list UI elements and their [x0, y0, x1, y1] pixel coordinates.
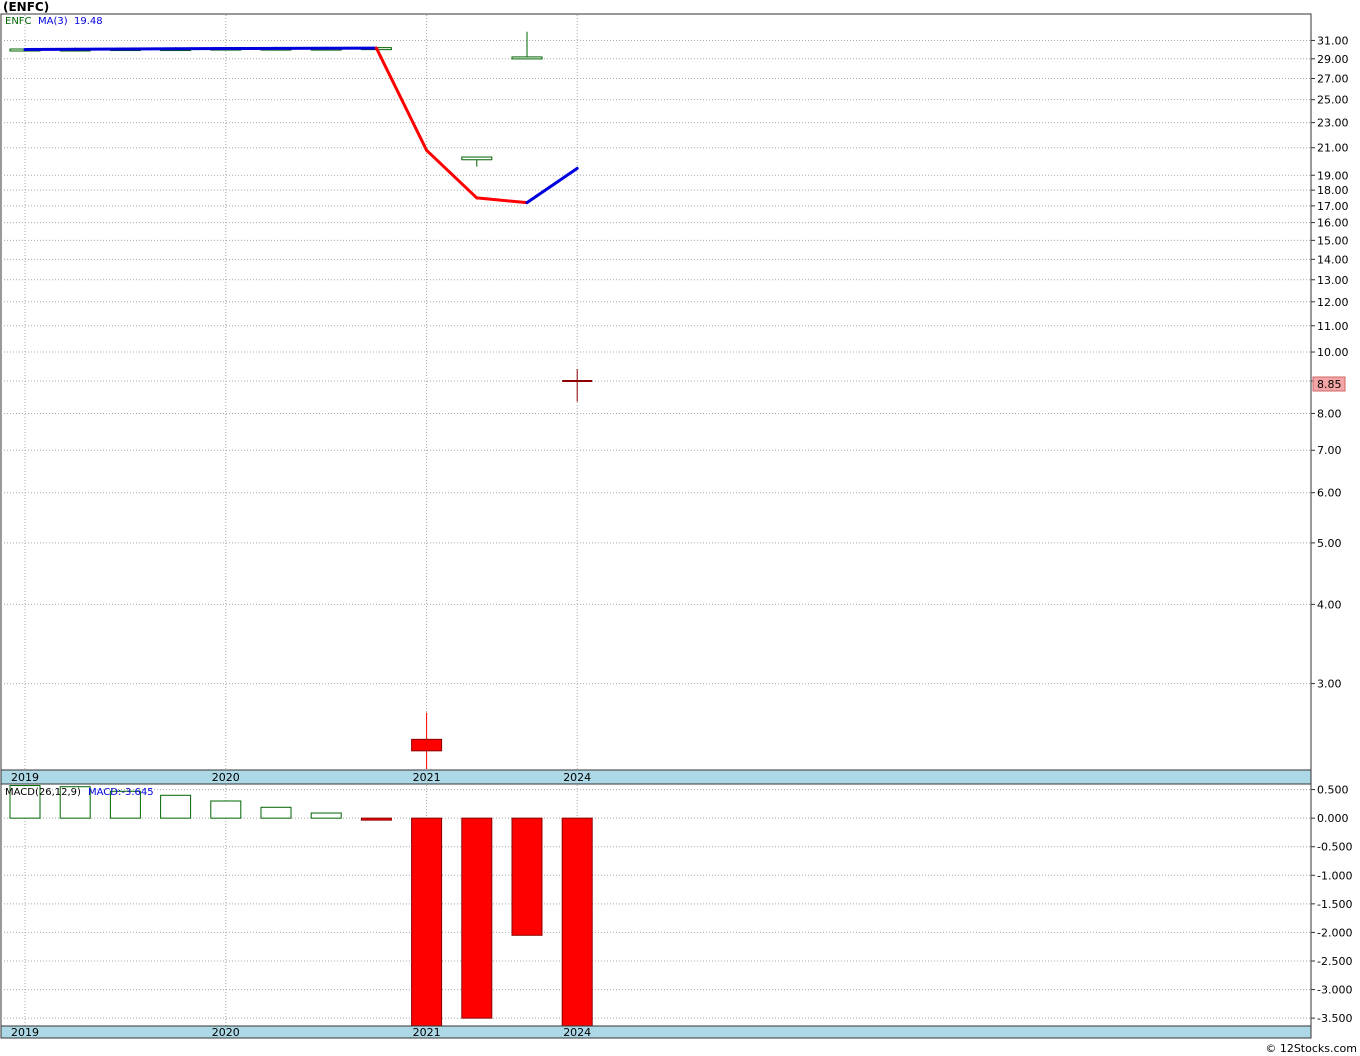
- watermark: © 12Stocks.com: [1265, 1042, 1357, 1055]
- macd-tick-label: -3.000: [1317, 984, 1352, 997]
- price-tick-label: 15.00: [1317, 234, 1349, 247]
- macd-tick-label: 0.000: [1317, 812, 1349, 825]
- macd-bar: [210, 800, 242, 819]
- price-tick-label: 4.00: [1317, 598, 1342, 611]
- legend-ma-value: 19.48: [74, 16, 103, 27]
- price-tick-label: 3.00: [1317, 678, 1342, 691]
- price-tick-label: 5.00: [1317, 537, 1342, 550]
- chart-canvas: (ENFC) 31.00 29.00 27.00 25.00 23.00 21.00 19.…: [0, 0, 1360, 1056]
- macd-x-label: 2024: [563, 1026, 591, 1039]
- price-tick-label: 14.00: [1317, 253, 1349, 266]
- candle-body: [461, 156, 493, 161]
- macd-x-label: 2019: [11, 1026, 39, 1039]
- macd-bar: [461, 817, 493, 1019]
- macd-legend-label: MACD(26,12,9): [5, 787, 81, 798]
- macd-bar: [160, 794, 192, 819]
- price-x-label: 2021: [413, 771, 441, 784]
- macd-tick-label: -1.500: [1317, 898, 1352, 911]
- price-tick-label: 27.00: [1317, 72, 1349, 85]
- macd-tick-label: -1.000: [1317, 869, 1352, 882]
- price-tick-label: 18.00: [1317, 184, 1349, 197]
- macd-bar: [561, 817, 593, 1027]
- macd-tick-label: 0.500: [1317, 784, 1349, 797]
- candle-body: [511, 56, 543, 60]
- price-tick-label: 19.00: [1317, 169, 1349, 182]
- candle-body: [411, 738, 443, 752]
- price-tick-label: 6.00: [1317, 487, 1342, 500]
- macd-x-label: 2020: [212, 1026, 240, 1039]
- chart-title: (ENFC): [3, 0, 49, 14]
- price-panel-frame: [0, 13, 1312, 771]
- price-tick-label: 7.00: [1317, 444, 1342, 457]
- price-tick-label: 11.00: [1317, 320, 1349, 333]
- macd-tick-label: -2.500: [1317, 955, 1352, 968]
- macd-tick-label: -3.500: [1317, 1012, 1352, 1025]
- price-tick-label: 31.00: [1317, 34, 1349, 47]
- price-tick-label: 8.00: [1317, 407, 1342, 420]
- macd-bar: [260, 806, 292, 819]
- current-price-label: 8.85: [1317, 378, 1342, 391]
- legend-symbol: ENFC: [5, 16, 32, 27]
- legend-ma-label: MA(3): [38, 16, 68, 27]
- price-tick-label: 17.00: [1317, 200, 1349, 213]
- macd-bar: [360, 817, 392, 821]
- macd-bar: [511, 817, 543, 936]
- macd-bar: [310, 812, 342, 819]
- price-x-label: 2020: [212, 771, 240, 784]
- price-tick-label: 21.00: [1317, 142, 1349, 155]
- price-tick-label: 12.00: [1317, 296, 1349, 309]
- macd-tick-label: -0.500: [1317, 841, 1352, 854]
- macd-bar: [411, 817, 443, 1031]
- price-x-label: 2024: [563, 771, 591, 784]
- price-x-label: 2019: [11, 771, 39, 784]
- macd-tick-label: -2.000: [1317, 926, 1352, 939]
- macd-x-axis-strip: [0, 1025, 1312, 1039]
- macd-x-label: 2021: [413, 1026, 441, 1039]
- price-tick-label: 10.00: [1317, 346, 1349, 359]
- macd-legend-value: MACD:-3.645: [88, 787, 154, 798]
- macd-y-axis: 0.500 0.000 -0.500 -1.000 -1.500 -2.000 -2.500…: [1311, 784, 1352, 1025]
- price-tick-label: 29.00: [1317, 53, 1349, 66]
- price-tick-label: 25.00: [1317, 94, 1349, 107]
- price-x-axis-strip: [0, 769, 1312, 785]
- price-tick-label: 13.00: [1317, 274, 1349, 287]
- price-tick-label: 23.00: [1317, 117, 1349, 130]
- price-tick-label: 16.00: [1317, 217, 1349, 230]
